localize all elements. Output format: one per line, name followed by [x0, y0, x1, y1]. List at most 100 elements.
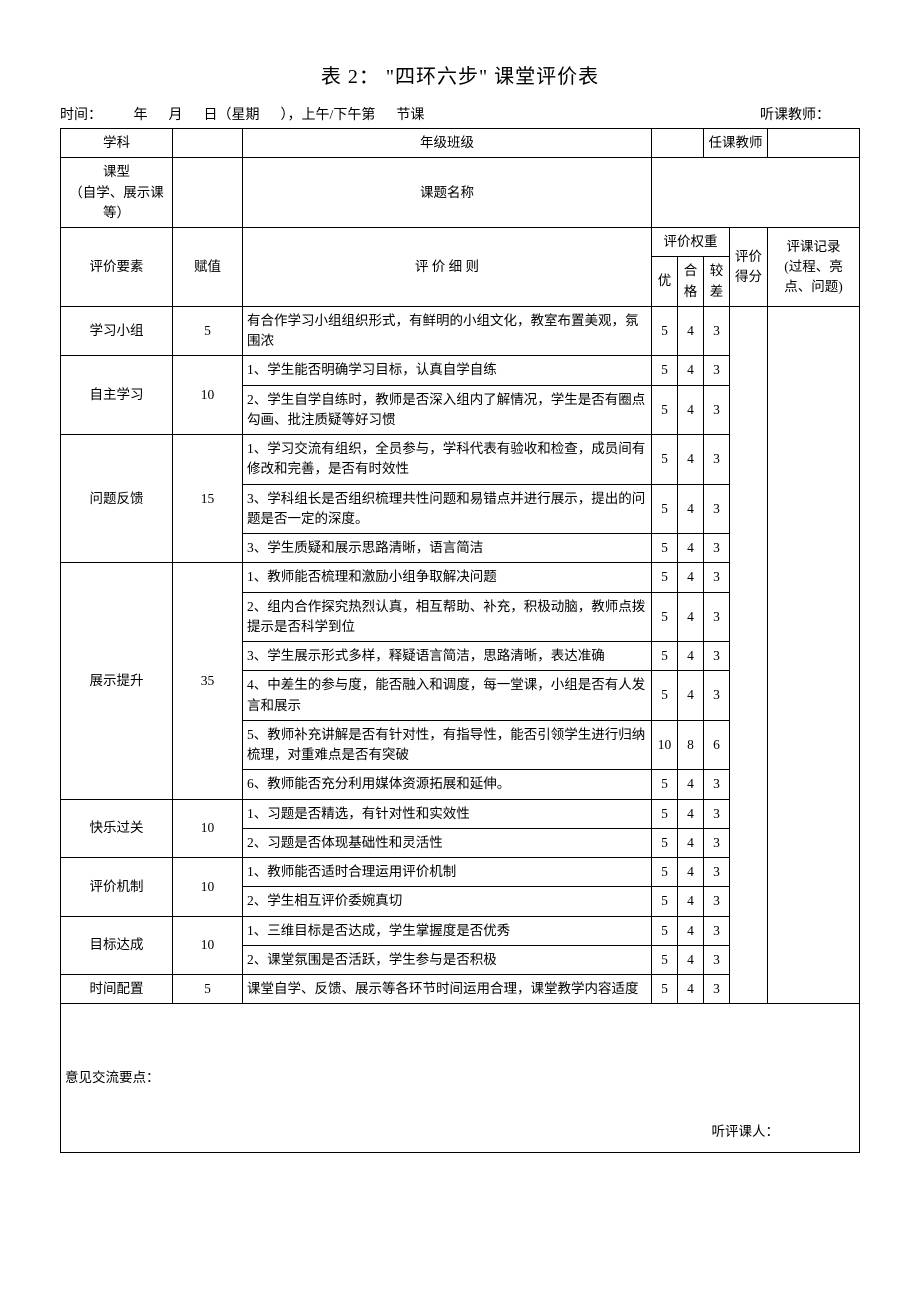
rule-text: 3、学科组长是否组织梳理共性问题和易错点并进行展示，提出的问题是否一定的深度。: [243, 484, 652, 534]
rule-text: 课堂自学、反馈、展示等各环节时间运用合理，课堂教学内容适度: [243, 975, 652, 1004]
weight-poor: 3: [704, 435, 730, 485]
weight-poor: 3: [704, 887, 730, 916]
section-评价机制: 评价机制: [61, 858, 173, 917]
section-自主学习: 自主学习: [61, 356, 173, 435]
weight-excellent: 5: [652, 435, 678, 485]
rule-text: 有合作学习小组组织形式，有鲜明的小组文化，教室布置美观，氛围浓: [243, 306, 652, 356]
weight-poor: 3: [704, 671, 730, 721]
col-poor: 较差: [704, 257, 730, 307]
weight-pass: 4: [678, 563, 704, 592]
weight-poor: 3: [704, 385, 730, 435]
rule-text: 1、学生能否明确学习目标，认真自学自练: [243, 356, 652, 385]
weight-excellent: 5: [652, 799, 678, 828]
col-score: 评价得分: [730, 228, 768, 307]
rule-text: 1、学习交流有组织，全员参与，学科代表有验收和检查，成员间有修改和完善，是否有时…: [243, 435, 652, 485]
class-type-label: 课型（自学、展示课等）: [61, 158, 173, 228]
score-column[interactable]: [730, 306, 768, 1004]
weight-pass: 4: [678, 975, 704, 1004]
weight-excellent: 5: [652, 770, 678, 799]
weight-pass: 4: [678, 306, 704, 356]
month-suffix: 月: [169, 108, 183, 123]
weight-pass: 4: [678, 356, 704, 385]
section-目标达成: 目标达成: [61, 916, 173, 975]
rule-text: 1、习题是否精选，有针对性和实效性: [243, 799, 652, 828]
section-展示提升: 展示提升: [61, 563, 173, 799]
period-suffix: 节课: [396, 108, 424, 123]
section-value: 5: [173, 975, 243, 1004]
section-value: 15: [173, 435, 243, 563]
weight-excellent: 5: [652, 563, 678, 592]
time-label: 时间：: [60, 108, 102, 123]
weight-pass: 4: [678, 916, 704, 945]
weight-excellent: 5: [652, 306, 678, 356]
col-rule: 评 价 细 则: [243, 228, 652, 307]
note-column[interactable]: [768, 306, 860, 1004]
section-value: 35: [173, 563, 243, 799]
weight-pass: 4: [678, 435, 704, 485]
weight-pass: 4: [678, 484, 704, 534]
rule-text: 2、习题是否体现基础性和灵活性: [243, 828, 652, 857]
footer-cell[interactable]: 意见交流要点：听评课人：: [61, 1004, 860, 1153]
weight-excellent: 5: [652, 858, 678, 887]
weight-pass: 4: [678, 642, 704, 671]
class-type-value[interactable]: [173, 158, 243, 228]
weekday-close: ），上午/下午第: [281, 108, 376, 123]
weight-excellent: 5: [652, 887, 678, 916]
rule-text: 2、学生自学自练时，教师是否深入组内了解情况，学生是否有圈点勾画、批注质疑等好习…: [243, 385, 652, 435]
section-快乐过关: 快乐过关: [61, 799, 173, 858]
col-weight-group: 评价权重: [652, 228, 730, 257]
weight-excellent: 5: [652, 592, 678, 642]
col-excellent: 优: [652, 257, 678, 307]
section-问题反馈: 问题反馈: [61, 435, 173, 563]
weight-poor: 3: [704, 534, 730, 563]
year-suffix: 年: [134, 108, 148, 123]
weight-pass: 4: [678, 385, 704, 435]
weight-excellent: 5: [652, 642, 678, 671]
weight-poor: 3: [704, 484, 730, 534]
weight-excellent: 5: [652, 828, 678, 857]
weight-excellent: 5: [652, 671, 678, 721]
subject-label: 学科: [61, 129, 173, 158]
weight-poor: 3: [704, 642, 730, 671]
section-value: 10: [173, 916, 243, 975]
rule-text: 5、教师补充讲解是否有针对性，有指导性，能否引领学生进行归纳梳理，对重难点是否有…: [243, 720, 652, 770]
rule-text: 1、教师能否梳理和激励小组争取解决问题: [243, 563, 652, 592]
section-value: 5: [173, 306, 243, 356]
weight-poor: 3: [704, 975, 730, 1004]
grade-label: 年级班级: [243, 129, 652, 158]
weight-pass: 4: [678, 770, 704, 799]
weight-poor: 3: [704, 945, 730, 974]
section-value: 10: [173, 799, 243, 858]
weight-excellent: 5: [652, 356, 678, 385]
weight-pass: 4: [678, 858, 704, 887]
weight-poor: 6: [704, 720, 730, 770]
rule-text: 2、学生相互评价委婉真切: [243, 887, 652, 916]
rule-text: 3、学生展示形式多样，释疑语言简洁，思路清晰，表达准确: [243, 642, 652, 671]
grade-value[interactable]: [652, 129, 704, 158]
weight-poor: 3: [704, 592, 730, 642]
section-value: 10: [173, 356, 243, 435]
weight-pass: 4: [678, 945, 704, 974]
weight-pass: 4: [678, 799, 704, 828]
weight-poor: 3: [704, 306, 730, 356]
col-value: 赋值: [173, 228, 243, 307]
meta-line: 时间： 年 月 日（星期 ），上午/下午第 节课 听课教师：: [60, 104, 860, 124]
section-学习小组: 学习小组: [61, 306, 173, 356]
weight-excellent: 5: [652, 484, 678, 534]
weight-excellent: 5: [652, 945, 678, 974]
weight-poor: 3: [704, 799, 730, 828]
weight-pass: 8: [678, 720, 704, 770]
day-suffix: 日（星期: [204, 108, 260, 123]
col-note: 评课记录(过程、亮点、问题): [768, 228, 860, 307]
teacher-label: 任课教师: [704, 129, 768, 158]
weight-pass: 4: [678, 828, 704, 857]
section-value: 10: [173, 858, 243, 917]
teacher-value[interactable]: [768, 129, 860, 158]
rule-text: 3、学生质疑和展示思路清晰，语言简洁: [243, 534, 652, 563]
topic-value[interactable]: [652, 158, 860, 228]
weight-poor: 3: [704, 356, 730, 385]
weight-pass: 4: [678, 534, 704, 563]
listen-teacher-label: 听课教师：: [760, 104, 860, 124]
subject-value[interactable]: [173, 129, 243, 158]
form-title: 表 2： "四环六步" 课堂评价表: [60, 60, 860, 89]
